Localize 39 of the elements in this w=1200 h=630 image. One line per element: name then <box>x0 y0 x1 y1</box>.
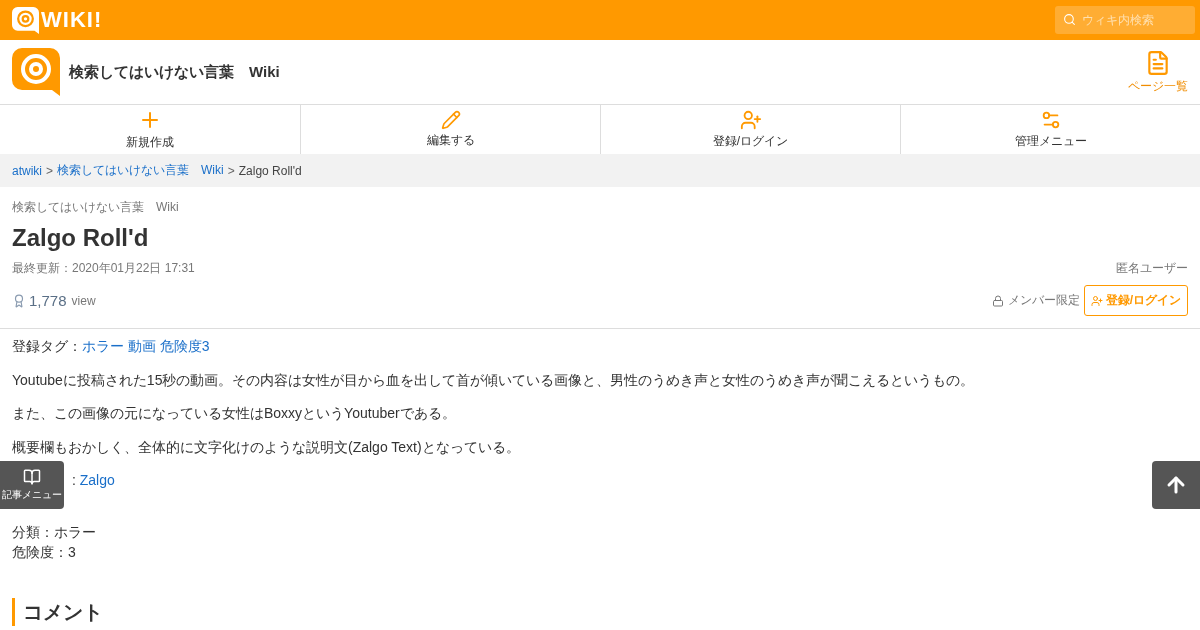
logo-icon <box>12 6 39 34</box>
comment-heading: コメント <box>12 598 1188 627</box>
pencil-icon <box>440 110 461 130</box>
breadcrumb-separator: > <box>227 163 235 178</box>
author-name: 匿名ユーザー <box>1116 260 1188 277</box>
site-name: 検索してはいけない言葉 Wiki <box>12 199 180 216</box>
nav-item[interactable]: 新規作成 <box>0 105 300 154</box>
info-line: 危険度：3 <box>12 542 77 562</box>
medal-icon <box>12 293 26 308</box>
scroll-top-button[interactable] <box>1152 461 1200 509</box>
breadcrumb-link[interactable]: atwiki <box>12 163 42 178</box>
restriction-label: メンバー限定 <box>1007 292 1080 309</box>
logo-text: WIKI! <box>41 7 103 33</box>
info-line: 分類：ホラー <box>12 522 97 542</box>
paragraph: また、この画像の元になっている女性はBoxxyというYoutuberである。 <box>12 404 457 424</box>
tag-link[interactable]: ホラー <box>82 338 124 354</box>
book-icon <box>23 468 41 486</box>
article-menu-button[interactable]: 記事メニュー <box>0 461 64 509</box>
site-title: 検索してはいけない言葉 Wiki <box>69 62 280 82</box>
user-add-icon <box>1090 294 1103 307</box>
page-title: Zalgo Roll'd <box>12 224 150 252</box>
view-unit: view <box>71 293 96 308</box>
paragraph: Youtubeに投稿された15秒の動画。その内容は女性が目から血を出して首が傾いている画像と、男性のうめき声と女性のうめき声が聞こえるというもの。 <box>12 370 976 390</box>
view-count: 1,778 <box>29 292 67 309</box>
search-icon <box>1063 13 1076 26</box>
related-label: : <box>72 472 76 489</box>
document-icon <box>1145 49 1171 76</box>
breadcrumb-link[interactable]: 検索してはいけない言葉 Wiki <box>57 162 224 179</box>
paragraph: 概要欄もおかしく、全体的に文字化けのような説明文(Zalgo Text)となっている。 <box>12 437 521 457</box>
breadcrumb-current: Zalgo Roll'd <box>238 163 302 178</box>
tag-link[interactable]: 動画 <box>127 338 156 354</box>
logo-icon <box>12 48 60 96</box>
tag-link[interactable]: 危険度3 <box>159 338 210 354</box>
lock-icon <box>991 294 1004 307</box>
user-add-icon <box>739 109 762 131</box>
breadcrumb-separator: > <box>46 163 54 178</box>
tags-label: 登録タグ： <box>12 338 82 354</box>
last-updated: 最終更新：2020年01月22日 17:31 <box>12 260 195 277</box>
related-link[interactable]: Zalgo <box>79 472 115 489</box>
